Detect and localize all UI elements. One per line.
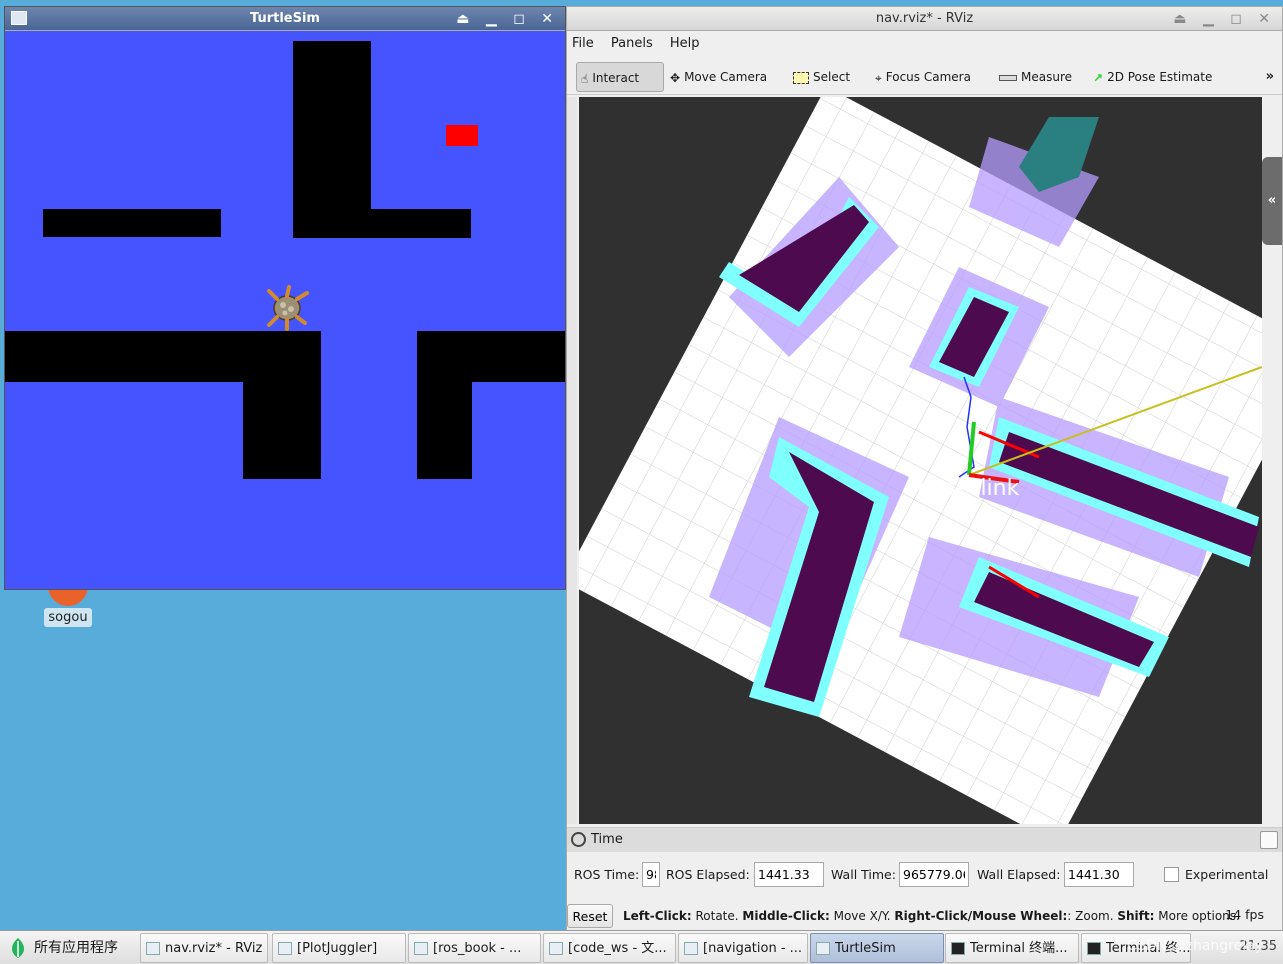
hint-text: Rotate. [691,909,743,923]
terminal-icon [951,942,965,955]
select-icon [793,71,809,84]
folder-icon [414,942,428,955]
hint-text: Move X/Y. [829,909,895,923]
hint-key: Shift: [1117,909,1155,923]
start-label: 所有应用程序 [34,940,118,956]
folder-icon [549,942,563,955]
toolbar: ☝ Interact ✥ Move Camera Select ⌖ Focus Cam… [567,57,1282,95]
panel-close-button[interactable] [1260,831,1278,849]
toolbar-overflow-button[interactable]: » [1266,69,1274,84]
tool-move-camera[interactable]: ✥ Move Camera [666,62,767,92]
frame-label: base_link [917,476,1020,501]
tool-interact[interactable]: ☝ Interact [576,62,664,92]
mouse-hint: Left-Click: Rotate. Middle-Click: Move X… [623,909,1240,923]
turtle-icon [267,285,309,331]
hint-key: Middle-Click: [742,909,830,923]
menu-panels[interactable]: Panels [611,36,653,51]
window-controls[interactable]: ⏏ ▁ ◻ ✕ [456,7,559,31]
tool-focus-camera[interactable]: ⌖ Focus Camera [871,62,971,92]
task-plotjuggler[interactable]: [PlotJuggler] [272,933,406,963]
right-dock-toggle[interactable]: « [1262,157,1282,245]
hint-text: : Zoom. [1067,909,1118,923]
task-label: [PlotJuggler] [297,941,378,956]
experimental-label: Experimental [1185,867,1269,882]
task-label: Terminal 终端... [970,941,1068,956]
tool-label: Select [813,70,851,84]
task-rviz[interactable]: nav.rviz* - RViz [140,933,268,963]
task-label: [navigation - ... [703,941,803,956]
tool-label: Interact [592,71,640,85]
wall-elapsed-label: Wall Elapsed: [977,867,1061,882]
turtlesim-canvas [5,31,565,589]
wall [43,209,221,237]
reset-button[interactable]: Reset [567,904,613,928]
goal-marker [446,125,478,146]
window-controls[interactable]: ⏏ ▁ ◻ ✕ [1173,7,1276,31]
tool-label: Measure [1021,70,1072,84]
folder-icon [684,942,698,955]
time-panel-header: Time [567,828,1282,852]
menubar: File Panels Help [567,31,1282,57]
window-title: nav.rviz* - RViz [875,11,974,26]
tool-label: Move Camera [684,70,768,84]
wall [293,209,471,238]
hand-icon: ☝ [581,71,589,86]
watermark: CSDN @zhangrelay [1127,938,1263,954]
experimental-checkbox[interactable] [1164,867,1179,882]
clock-icon [571,832,586,847]
task-turtlesim[interactable]: TurtleSim [810,933,944,963]
ros-elapsed-label: ROS Elapsed: [666,867,750,882]
turtlesim-window: TurtleSim ⏏ ▁ ◻ ✕ [4,6,566,590]
tool-select[interactable]: Select [789,62,850,92]
menu-help[interactable]: Help [670,36,700,51]
task-terminal-1[interactable]: Terminal 终端... [945,933,1079,963]
task-navigation[interactable]: [navigation - ... [678,933,808,963]
wall-time-field[interactable] [899,862,969,887]
window-title: TurtleSim [250,11,320,26]
hint-key: Left-Click: [623,909,692,923]
ros-time-field[interactable] [642,862,660,887]
plotjuggler-app-icon [278,942,292,955]
ruler-icon [999,74,1017,81]
ros-time-label: ROS Time: [574,867,640,882]
ros-elapsed-field[interactable] [754,862,824,887]
leaf-icon [12,938,24,958]
menu-file[interactable]: File [572,36,594,51]
start-menu-button[interactable]: 所有应用程序 [4,934,118,962]
task-label: [code_ws - 文... [568,941,667,956]
wall [243,331,321,479]
3d-render-viewport[interactable]: base_link [579,97,1262,824]
tool-label: Focus Camera [885,70,971,84]
move-camera-icon: ✥ [670,70,681,85]
left-dock-handle[interactable] [567,97,577,824]
task-code-ws[interactable]: [code_ws - 文... [543,933,676,963]
taskbar: 所有应用程序 nav.rviz* - RViz [PlotJuggler] [r… [0,930,1283,964]
green-arrow-icon: ↗ [1093,70,1104,85]
rviz-window: nav.rviz* - RViz ⏏ ▁ ◻ ✕ File Panels Hel… [566,6,1283,930]
wall [417,331,472,479]
task-label: [ros_book - ... [433,941,522,956]
focus-camera-icon: ⌖ [875,70,882,85]
task-ros-book[interactable]: [ros_book - ... [408,933,541,963]
rviz-titlebar[interactable]: nav.rviz* - RViz ⏏ ▁ ◻ ✕ [567,7,1282,31]
time-panel-title: Time [591,832,623,847]
terminal-icon [1087,942,1101,955]
fps-counter: 14 fps [1225,907,1264,922]
window-app-icon [816,942,830,955]
task-label: TurtleSim [835,941,896,956]
time-panel: Time ROS Time: ROS Elapsed: Wall Time: W… [567,827,1282,930]
costmap-visualization: base_link [579,97,1262,824]
turtlesim-titlebar[interactable]: TurtleSim ⏏ ▁ ◻ ✕ [5,7,565,31]
rviz-app-icon [146,942,160,955]
wall-time-label: Wall Time: [831,867,896,882]
hint-key: Right-Click/Mouse Wheel: [894,909,1068,923]
tool-label: 2D Pose Estimate [1107,70,1213,84]
status-bar: Reset Left-Click: Rotate. Middle-Click: … [567,901,1282,929]
desktop-icon-label: sogou [44,608,92,627]
task-label: nav.rviz* - RViz [165,941,263,956]
tool-2d-pose-estimate[interactable]: ↗ 2D Pose Estimate [1089,62,1212,92]
wall-elapsed-field[interactable] [1064,862,1134,887]
tool-measure[interactable]: Measure [995,62,1072,92]
window-menu-icon[interactable] [11,11,27,25]
